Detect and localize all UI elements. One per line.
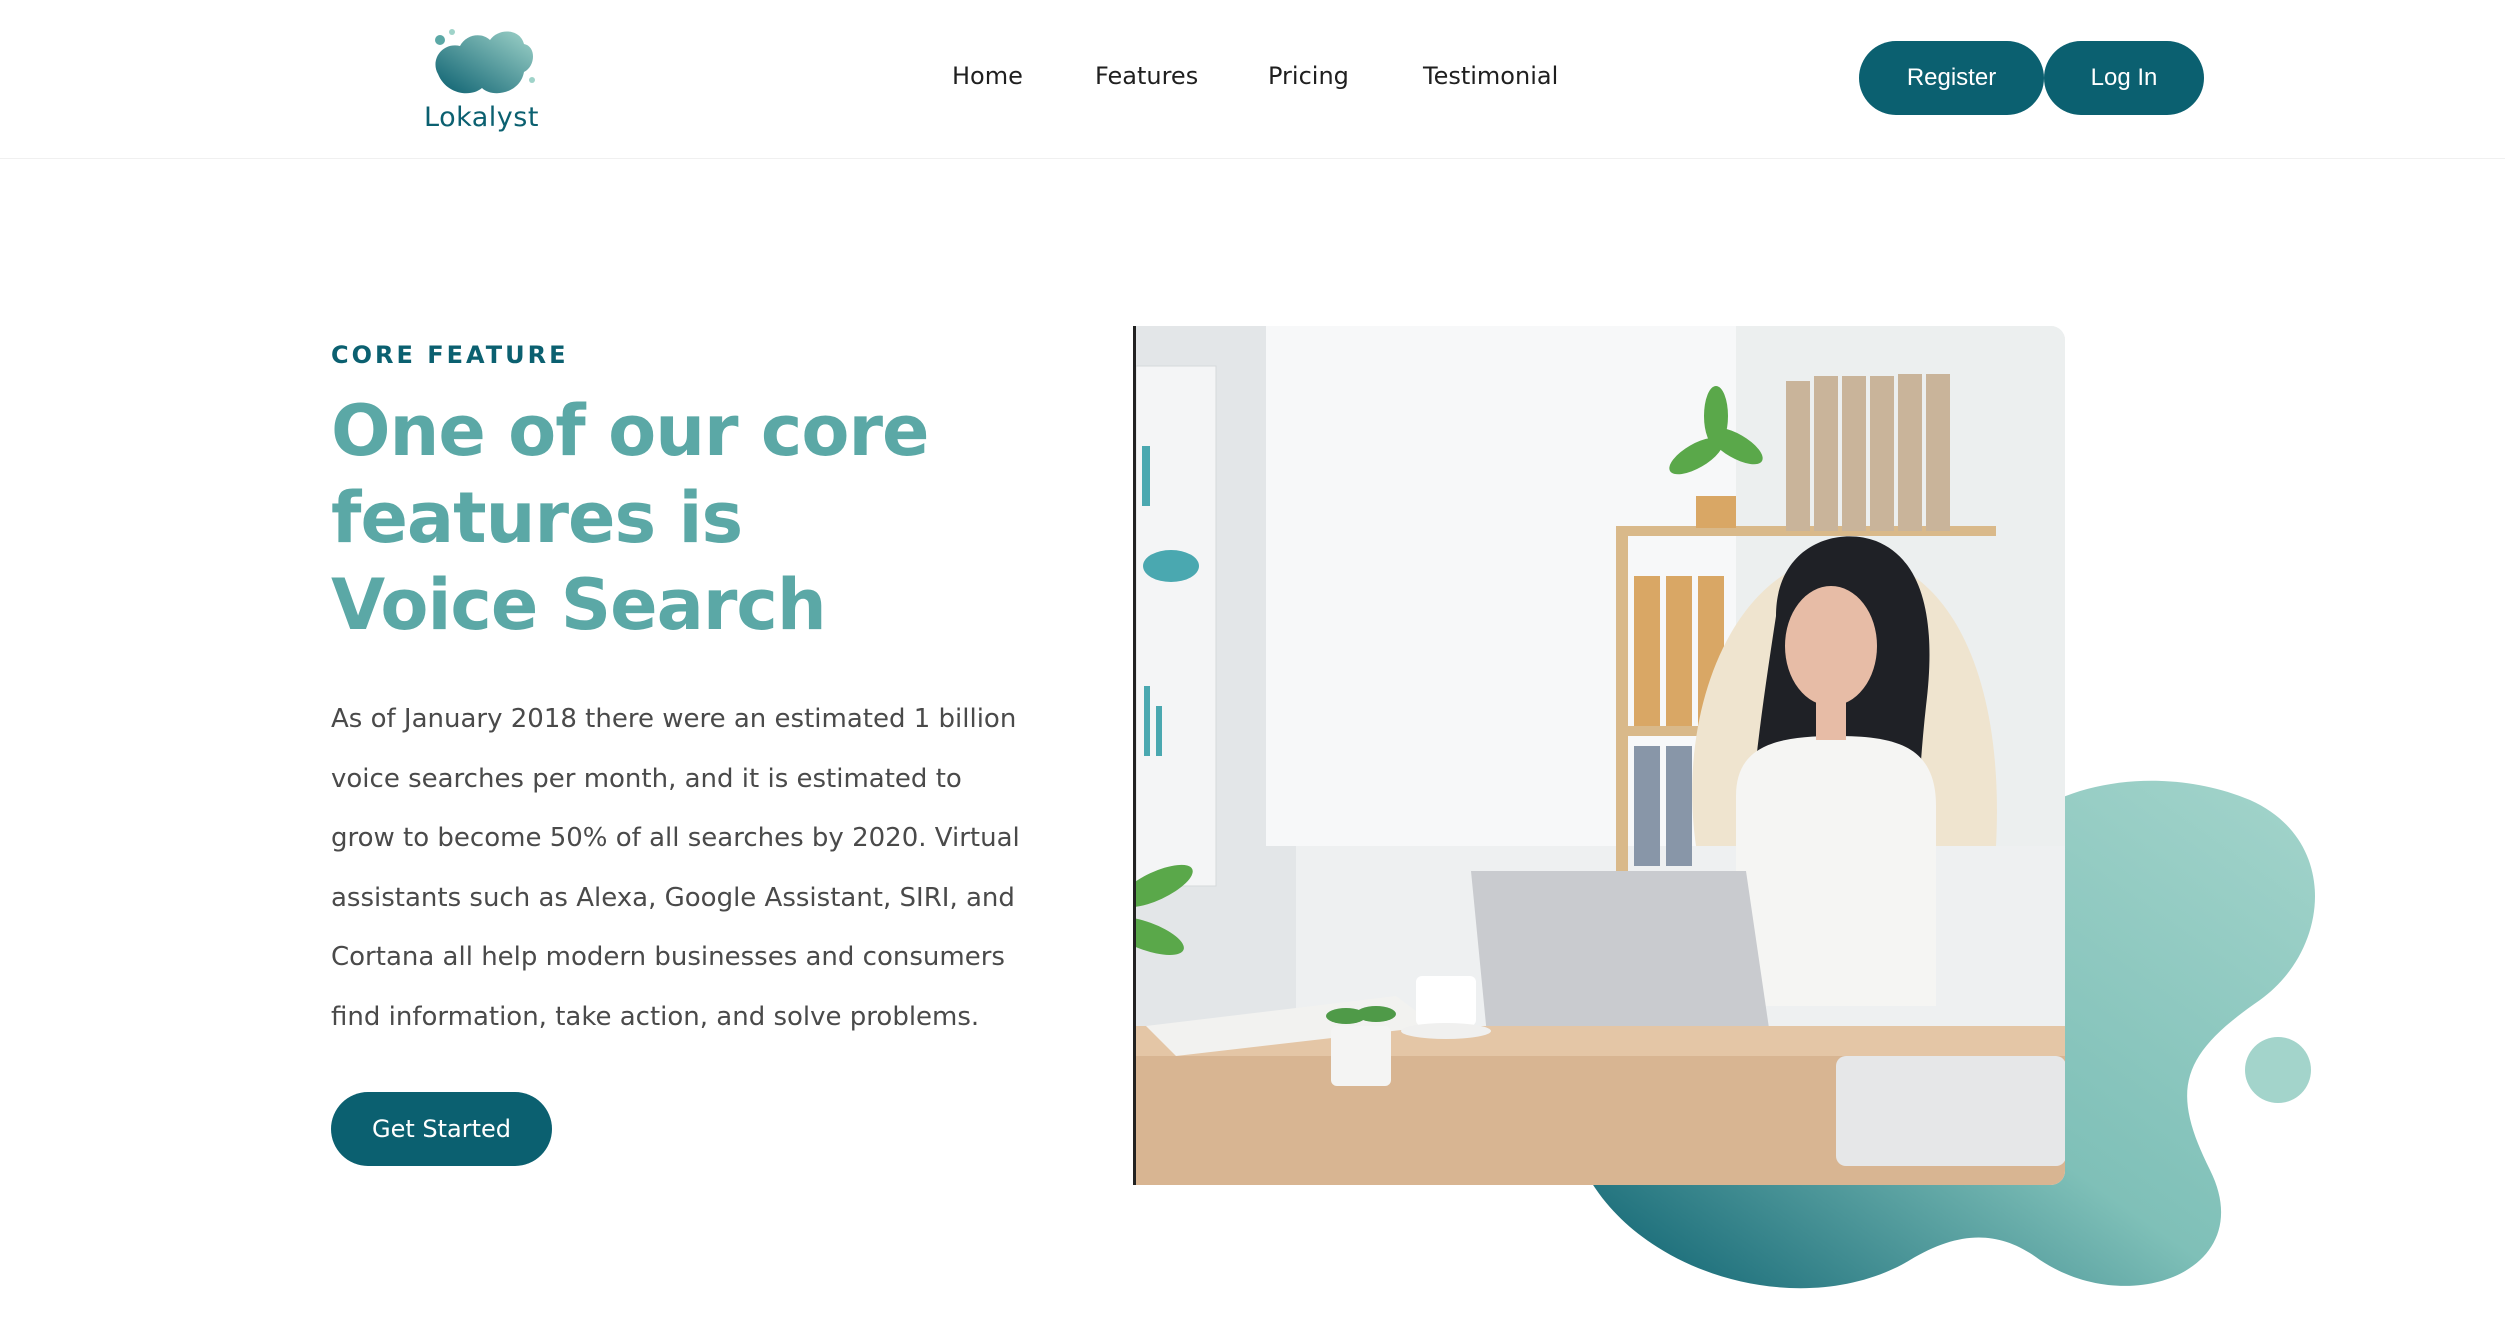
nav-home[interactable]: Home xyxy=(952,62,1023,90)
cloud-blob-logo-icon xyxy=(435,29,535,94)
logo[interactable]: Lokalyst xyxy=(404,20,554,135)
hero-title: One of our core features is Voice Search xyxy=(331,390,930,646)
section-eyebrow: CORE FEATURE xyxy=(331,341,569,369)
login-button[interactable]: Log In xyxy=(2044,41,2204,115)
woman-at-laptop-office-photo xyxy=(1136,326,2065,1185)
nav-pricing[interactable]: Pricing xyxy=(1268,62,1349,90)
register-button[interactable]: Register xyxy=(1859,41,2044,115)
site-header: Lokalyst Home Features Pricing Testimoni… xyxy=(0,0,2505,159)
nav-testimonial[interactable]: Testimonial xyxy=(1423,62,1558,90)
get-started-button[interactable]: Get Started xyxy=(331,1092,552,1166)
hero-body: As of January 2018 there were an estimat… xyxy=(331,704,1020,1032)
logo-text: Lokalyst xyxy=(424,102,539,133)
landing-page: Lokalyst Home Features Pricing Testimoni… xyxy=(0,0,2505,1338)
nav-features[interactable]: Features xyxy=(1095,62,1198,90)
hero-photo xyxy=(1133,326,2065,1185)
